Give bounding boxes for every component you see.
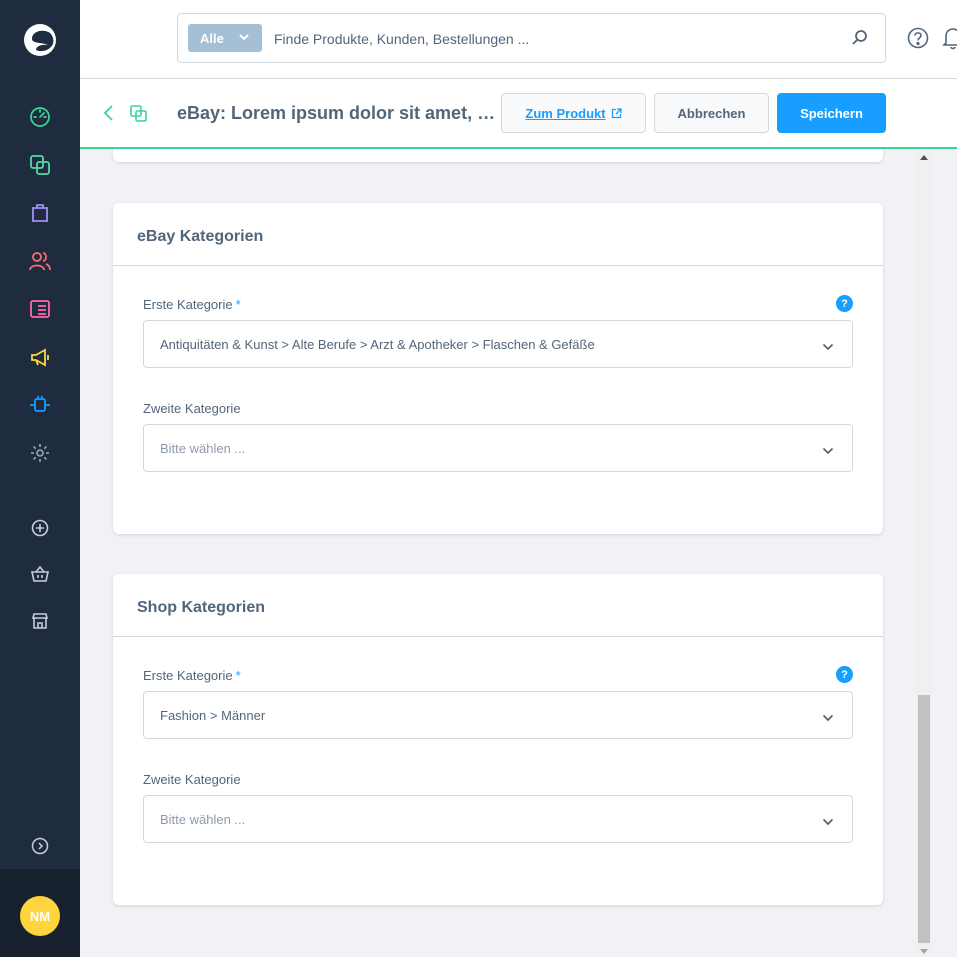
basket-icon[interactable] — [26, 560, 54, 588]
add-icon[interactable] — [26, 514, 54, 542]
customers-icon[interactable] — [26, 247, 54, 275]
settings-icon[interactable] — [26, 439, 54, 467]
back-icon[interactable] — [102, 104, 116, 127]
extensions-icon[interactable] — [26, 391, 54, 419]
top-bar: Alle — [80, 0, 957, 79]
user-section: NM — [0, 869, 80, 957]
chevron-down-icon — [238, 31, 250, 46]
card-title: eBay Kategorien — [113, 203, 883, 266]
first-category-label: Erste Kategorie * — [143, 668, 241, 683]
required-marker: * — [235, 297, 241, 312]
shop-second-category-select[interactable]: Bitte wählen ... — [143, 795, 853, 843]
help-icon[interactable]: ? — [836, 666, 853, 683]
view-product-button[interactable]: Zum Produkt — [501, 93, 646, 133]
content-icon[interactable] — [26, 295, 54, 323]
vertical-scrollbar[interactable] — [916, 149, 932, 957]
second-category-label: Zweite Kategorie — [143, 401, 241, 416]
smart-bar: eBay: Lorem ipsum dolor sit amet, consec… — [80, 79, 957, 149]
marketing-icon[interactable] — [26, 343, 54, 371]
select-value: Fashion > Männer — [160, 708, 266, 723]
expand-sidebar-icon[interactable] — [26, 832, 54, 860]
sidebar: NM — [0, 0, 80, 957]
search-type-select[interactable]: Alle — [188, 24, 262, 52]
page-title: eBay: Lorem ipsum dolor sit amet, consec… — [177, 103, 502, 123]
chevron-down-icon — [822, 815, 834, 830]
orders-icon[interactable] — [26, 199, 54, 227]
required-marker: * — [235, 668, 241, 683]
view-product-label: Zum Produkt — [525, 105, 606, 121]
first-category-label-text: Erste Kategorie — [143, 668, 233, 683]
save-button[interactable]: Speichern — [777, 93, 886, 133]
external-link-icon — [611, 107, 622, 119]
chevron-down-icon — [822, 444, 834, 459]
card-title: Shop Kategorien — [113, 574, 883, 637]
bell-icon[interactable] — [942, 26, 957, 55]
search-icon[interactable] — [851, 29, 869, 52]
cancel-button[interactable]: Abbrechen — [654, 93, 769, 133]
select-placeholder: Bitte wählen ... — [160, 441, 246, 456]
ebay-first-category-select[interactable]: Antiquitäten & Kunst > Alte Berufe > Arz… — [143, 320, 853, 368]
select-value: Antiquitäten & Kunst > Alte Berufe > Arz… — [160, 337, 595, 352]
shop-first-category-select[interactable]: Fashion > Männer — [143, 691, 853, 739]
storefront-icon[interactable] — [26, 607, 54, 635]
scroll-down-arrow[interactable] — [920, 949, 928, 954]
shopware-logo[interactable] — [20, 20, 60, 60]
search-input[interactable] — [274, 28, 834, 50]
avatar[interactable]: NM — [20, 896, 60, 936]
help-icon[interactable]: ? — [836, 295, 853, 312]
chevron-down-icon — [822, 711, 834, 726]
chevron-down-icon — [822, 340, 834, 355]
catalog-icon[interactable] — [26, 151, 54, 179]
scroll-thumb[interactable] — [918, 695, 930, 943]
first-category-label: Erste Kategorie * — [143, 297, 241, 312]
previous-card — [113, 149, 883, 162]
first-category-label-text: Erste Kategorie — [143, 297, 233, 312]
dashboard-icon[interactable] — [26, 103, 54, 131]
product-variant-icon — [129, 104, 149, 129]
ebay-categories-card: eBay Kategorien Erste Kategorie * ? Antiq… — [113, 203, 883, 534]
second-category-label: Zweite Kategorie — [143, 772, 241, 787]
shop-categories-card: Shop Kategorien Erste Kategorie * ? Fashi… — [113, 574, 883, 905]
search-type-label: Alle — [200, 30, 224, 46]
content-area: eBay Kategorien Erste Kategorie * ? Antiq… — [80, 149, 916, 957]
help-icon[interactable] — [907, 27, 929, 54]
select-placeholder: Bitte wählen ... — [160, 812, 246, 827]
scroll-up-arrow[interactable] — [920, 155, 928, 160]
global-search: Alle — [177, 13, 886, 63]
ebay-second-category-select[interactable]: Bitte wählen ... — [143, 424, 853, 472]
